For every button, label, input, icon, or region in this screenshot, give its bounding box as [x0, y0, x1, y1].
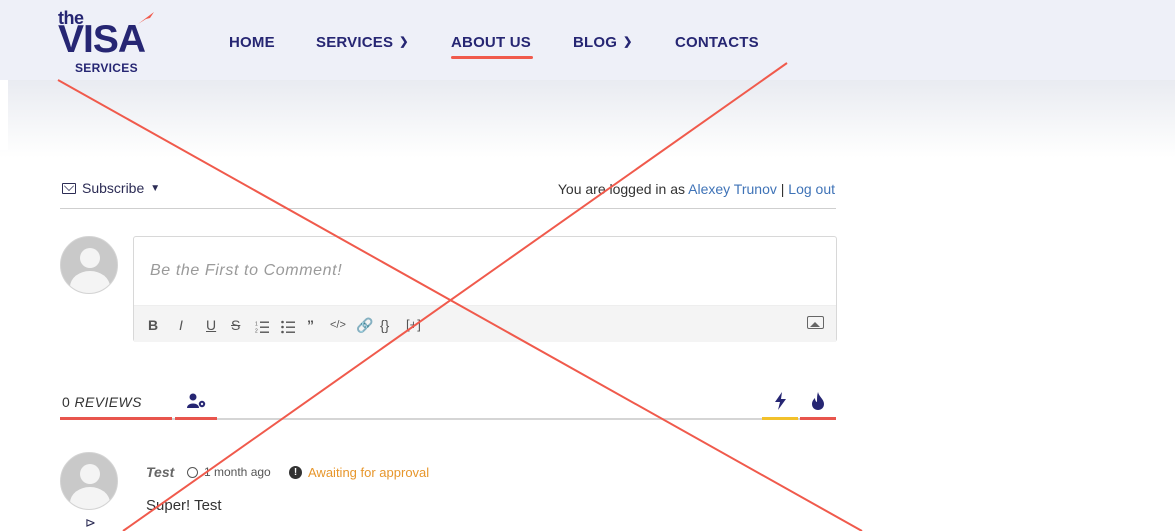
current-user-avatar: [60, 236, 118, 294]
nav-blog[interactable]: BLOG ❯: [573, 34, 633, 51]
quote-icon[interactable]: ”: [307, 316, 314, 334]
most-reacted-sort-icon[interactable]: [811, 392, 825, 410]
underline-button[interactable]: U: [206, 316, 216, 334]
reviews-word: REVIEWS: [74, 394, 142, 410]
chevron-down-icon: ❯: [623, 36, 633, 48]
comment-author-avatar: [60, 452, 118, 510]
rss-icon[interactable]: ⊳: [85, 515, 96, 531]
comment-text: Super! Test: [146, 497, 222, 514]
nav-services[interactable]: SERVICES ❯: [316, 34, 409, 51]
svg-text:1: 1: [255, 322, 258, 328]
caret-down-icon: ▼: [150, 182, 161, 194]
active-nav-underline: [451, 56, 533, 59]
comment-input[interactable]: [134, 237, 836, 305]
bold-button[interactable]: B: [148, 316, 158, 334]
login-info: You are logged in as Alexey Trunov | Log…: [558, 181, 835, 197]
code-block-icon[interactable]: {}: [380, 316, 389, 334]
site-logo[interactable]: the VISA SERVICES: [58, 8, 173, 76]
subscribe-dropdown[interactable]: Subscribe ▼: [62, 180, 160, 196]
ordered-list-icon[interactable]: 1 2: [255, 318, 269, 336]
comment-author: Test: [146, 464, 175, 480]
italic-button[interactable]: I: [179, 316, 183, 334]
alert-icon: !: [289, 466, 302, 479]
login-prefix: You are logged in as: [557, 181, 686, 197]
comment-time[interactable]: 1 month ago: [187, 465, 271, 479]
reviews-tab-underline: [60, 417, 172, 420]
link-icon[interactable]: 🔗: [356, 316, 373, 334]
hot-tab-underline: [800, 417, 836, 420]
unordered-list-icon[interactable]: [281, 318, 295, 336]
subscribe-label: Subscribe: [82, 180, 145, 196]
strikethrough-button[interactable]: S: [231, 316, 240, 334]
reviews-tab[interactable]: 0 REVIEWS: [62, 394, 142, 410]
newest-tab-underline: [762, 417, 798, 420]
chevron-down-icon: ❯: [399, 36, 409, 48]
divider: [60, 208, 836, 209]
header-shadow: [0, 80, 1175, 158]
login-separator: |: [780, 181, 785, 197]
nav-home[interactable]: HOME: [229, 34, 275, 51]
envelope-icon: [62, 182, 76, 194]
logo-services: SERVICES: [75, 61, 138, 75]
comment-editor: B I U S 1 2 ” </> 🔗 {} [+]: [133, 236, 837, 342]
user-profile-link[interactable]: Alexey Trunov: [688, 181, 777, 197]
clock-icon: [187, 466, 198, 478]
users-tab-underline: [175, 417, 217, 420]
editor-toolbar: B I U S 1 2 ” </> 🔗 {} [+]: [134, 305, 836, 342]
logo-visa: VISA: [58, 18, 146, 61]
code-icon[interactable]: </>: [330, 316, 346, 334]
logout-link[interactable]: Log out: [788, 181, 835, 197]
newest-sort-icon[interactable]: [774, 392, 788, 410]
left-gap: [0, 80, 8, 150]
image-upload-icon[interactable]: [807, 316, 824, 329]
reviews-count: 0: [62, 394, 71, 410]
nav-about-us[interactable]: ABOUT US: [451, 34, 531, 51]
svg-text:2: 2: [255, 329, 258, 335]
status-badge: ! Awaiting for approval: [289, 465, 429, 480]
spoiler-button[interactable]: [+]: [406, 316, 421, 334]
user-settings-icon[interactable]: [187, 393, 207, 409]
nav-contacts[interactable]: CONTACTS: [675, 34, 759, 51]
